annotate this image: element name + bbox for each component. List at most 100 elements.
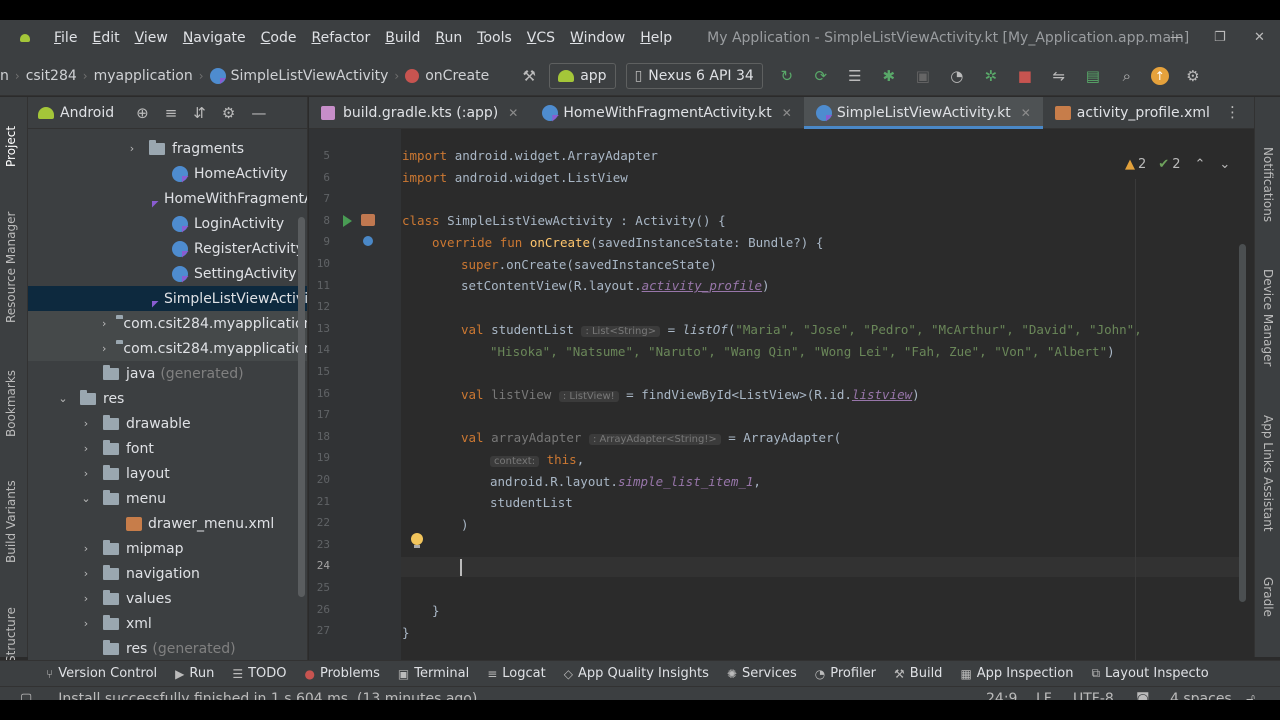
file-encoding[interactable]: UTF-8 xyxy=(1073,691,1114,700)
menu-view[interactable]: View xyxy=(135,30,168,46)
tool-run[interactable]: ▶ Run xyxy=(175,666,214,681)
tree-item[interactable]: › xml xyxy=(28,611,307,636)
expand-arrow-icon[interactable]: ⌄ xyxy=(79,492,93,505)
tool-app-inspection[interactable]: ▦ App Inspection xyxy=(960,666,1073,681)
breadcrumb-class[interactable]: SimpleListViewActivity xyxy=(209,67,388,84)
tool-tab-build-variants[interactable]: Build Variants xyxy=(4,480,18,563)
lock-icon[interactable]: 🔓︎ xyxy=(1246,691,1255,700)
tool-logcat[interactable]: ≡ Logcat xyxy=(487,666,546,681)
update-icon[interactable]: ↑ xyxy=(1150,66,1169,85)
expand-arrow-icon[interactable]: › xyxy=(125,142,139,155)
settings-icon[interactable]: ⚙ xyxy=(1183,67,1203,85)
expand-arrow-icon[interactable]: › xyxy=(79,467,93,480)
menu-edit[interactable]: Edit xyxy=(92,30,119,46)
tool-tab-project[interactable]: Project xyxy=(4,126,18,167)
tool-terminal[interactable]: ▣ Terminal xyxy=(398,666,469,681)
menu-file[interactable]: File xyxy=(54,30,77,46)
tree-item[interactable]: › layout xyxy=(28,461,307,486)
attach-debugger-icon[interactable]: ▣ xyxy=(913,67,933,85)
breadcrumb-method[interactable]: onCreate xyxy=(405,68,489,84)
tab-build-gradle[interactable]: build.gradle.kts (:app) ✕ xyxy=(309,97,530,129)
android-studio-logo-icon[interactable] xyxy=(18,31,32,45)
expand-arrow-icon[interactable]: › xyxy=(79,567,93,580)
menu-navigate[interactable]: Navigate xyxy=(183,30,246,46)
run-config-select[interactable]: app▼ xyxy=(161,62,616,503)
restore-icon[interactable]: ❐ xyxy=(1214,30,1226,45)
menu-run[interactable]: Run xyxy=(435,30,462,46)
close-icon[interactable]: ✕ xyxy=(508,106,518,120)
menu-tools[interactable]: Tools xyxy=(477,30,512,46)
breadcrumb-root[interactable]: n xyxy=(0,68,9,84)
tree-item[interactable]: ⌄ res xyxy=(28,386,307,411)
tree-item[interactable]: ⌄ menu xyxy=(28,486,307,511)
coverage-icon[interactable]: ☰ xyxy=(845,67,865,85)
close-window-icon[interactable]: ✕ xyxy=(1254,30,1265,45)
tab-home-with-fragment[interactable]: HomeWithFragmentActivity.kt ✕ xyxy=(530,97,803,129)
tree-item[interactable]: › com.csit284.myapplication ( xyxy=(28,336,307,361)
line-separator[interactable]: LF xyxy=(1036,691,1052,700)
apply-changes-icon[interactable]: ⟳ xyxy=(811,67,831,85)
profile-icon[interactable]: ◔ xyxy=(947,67,967,85)
inspection-widget[interactable]: ▲ 2 ✔ 2 ⌃ ⌄ xyxy=(1125,157,1230,172)
expand-arrow-icon[interactable]: › xyxy=(102,317,106,330)
tool-tab-device-manager[interactable]: Device Manager xyxy=(1261,269,1275,366)
menu-refactor[interactable]: Refactor xyxy=(311,30,370,46)
tree-item[interactable]: › drawable xyxy=(28,411,307,436)
tab-activity-profile[interactable]: activity_profile.xml xyxy=(1043,97,1222,129)
tree-item[interactable]: › font xyxy=(28,436,307,461)
tool-profiler[interactable]: ◔ Profiler xyxy=(815,666,876,681)
caret-position[interactable]: 24:9 xyxy=(986,691,1017,700)
breadcrumb-csit284[interactable]: csit284 xyxy=(26,68,77,84)
tree-item[interactable]: SimpleListViewActivity xyxy=(28,286,307,311)
tool-tab-bookmarks[interactable]: Bookmarks xyxy=(4,370,18,437)
sync-icon[interactable]: ⇋ xyxy=(1049,67,1069,85)
breadcrumb-myapplication[interactable]: myapplication xyxy=(94,68,193,84)
indent-setting[interactable]: 4 spaces xyxy=(1170,691,1232,700)
menu-help[interactable]: Help xyxy=(640,30,672,46)
tree-item[interactable]: SettingActivity xyxy=(28,261,307,286)
tool-tab-resource-manager[interactable]: Resource Manager xyxy=(4,212,18,323)
hammer-icon[interactable]: ⚒ xyxy=(519,67,539,85)
collapse-all-icon[interactable]: ⇵ xyxy=(193,104,206,122)
tree-item[interactable]: HomeActivity xyxy=(28,161,307,186)
project-scrollbar[interactable] xyxy=(298,217,305,597)
tree-item[interactable]: LoginActivity xyxy=(28,211,307,236)
tree-item[interactable]: java (generated) xyxy=(28,361,307,386)
tool-tab-gradle[interactable]: Gradle xyxy=(1261,577,1275,617)
readonly-icon[interactable]: ◙ xyxy=(1136,691,1150,700)
stop-icon[interactable]: ■ xyxy=(1015,67,1035,85)
project-view-select[interactable]: Android xyxy=(60,105,114,121)
toggle-tool-windows-icon[interactable]: ▢ xyxy=(20,691,32,700)
device-select[interactable]: ▯Nexus 6 API 34▼ xyxy=(161,62,763,503)
activity-gutter-icon[interactable] xyxy=(361,214,375,226)
code-editor[interactable]: 5 6 7 8 9 10 11 12 13 14 15 16 17 18 19 20 21 22 23 24 25 26 2… xyxy=(309,129,1254,660)
more-tabs-icon[interactable]: ⋮ xyxy=(1225,103,1240,121)
tool-services[interactable]: ✺ Services xyxy=(727,666,797,681)
tool-tab-structure[interactable]: Structure xyxy=(4,607,18,663)
tool-todo[interactable]: ☰ TODO xyxy=(232,666,286,681)
close-icon[interactable]: ✕ xyxy=(1021,106,1031,120)
lightbulb-icon[interactable] xyxy=(410,533,424,549)
tool-layout-inspector[interactable]: ⧉ Layout Inspecto xyxy=(1091,666,1208,681)
editor-scrollbar[interactable] xyxy=(1239,244,1246,602)
expand-arrow-icon[interactable]: ⌄ xyxy=(56,392,70,405)
close-icon[interactable]: ✕ xyxy=(782,106,792,120)
tree-item[interactable]: › navigation xyxy=(28,561,307,586)
expand-arrow-icon[interactable]: › xyxy=(79,442,93,455)
expand-arrow-icon[interactable]: › xyxy=(79,417,93,430)
debug-icon[interactable]: ✱ xyxy=(879,67,899,85)
expand-arrow-icon[interactable]: › xyxy=(79,617,93,630)
run-gutter-icon[interactable] xyxy=(343,215,352,227)
override-gutter-icon[interactable] xyxy=(363,236,373,246)
tree-item[interactable]: › mipmap xyxy=(28,536,307,561)
tool-tab-app-links-assistant[interactable]: App Links Assistant xyxy=(1261,415,1275,532)
menu-build[interactable]: Build xyxy=(385,30,420,46)
search-icon[interactable]: ⌕ xyxy=(1117,67,1137,85)
tree-item[interactable]: RegisterActivity xyxy=(28,236,307,261)
menu-vcs[interactable]: VCS xyxy=(527,30,555,46)
tool-tab-notifications[interactable]: Notifications xyxy=(1261,147,1275,222)
tree-item[interactable]: › values xyxy=(28,586,307,611)
tool-build[interactable]: ⚒ Build xyxy=(894,666,942,681)
tree-item[interactable]: › com.csit284.myapplication ( xyxy=(28,311,307,336)
tree-item[interactable]: HomeWithFragmentActi xyxy=(28,186,307,211)
